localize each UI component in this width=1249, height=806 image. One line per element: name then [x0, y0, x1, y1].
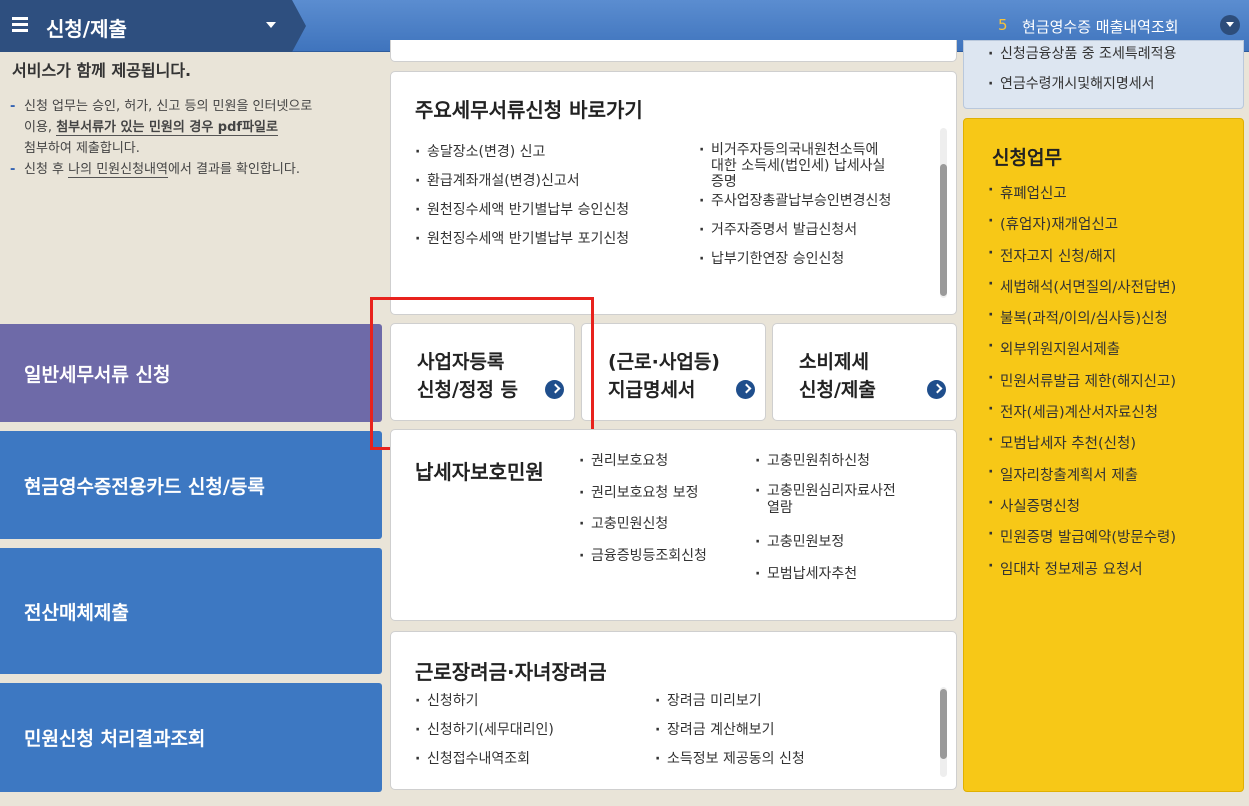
- scrollbar-track[interactable]: [940, 687, 947, 777]
- expand-circle-icon[interactable]: [1220, 15, 1240, 35]
- right-top-list: 신청금융상품 중 조세특례적용연금수령개시및해지명세서: [988, 41, 1176, 99]
- panel-title: 신청업무: [992, 147, 1062, 169]
- list-item[interactable]: 전자고지 신청/해지: [988, 245, 1176, 276]
- list-item[interactable]: 휴폐업신고: [988, 182, 1176, 213]
- list-item[interactable]: 민원서류발급 제한(해지신고): [988, 370, 1176, 401]
- list-item[interactable]: 고충민원보정: [755, 532, 896, 564]
- intro-notes: 신청 업무는 승인, 허가, 신고 등의 민원을 인터넷으로 이용, 첨부서류가…: [10, 96, 355, 180]
- intro-heading: 서비스가 함께 제공됩니다.: [12, 61, 192, 80]
- nav-general-tax-documents[interactable]: 일반세무서류 신청: [0, 324, 382, 422]
- work-incentive-card: 근로장려금·자녀장려금 신청하기신청하기(세무대리인)신청접수내역조회 장려금 …: [390, 631, 957, 790]
- list-item[interactable]: 권리보호요청 보정: [579, 483, 707, 515]
- button-label: (근로·사업등) 지급명세서: [608, 351, 720, 401]
- intro-text: 이용,: [24, 120, 57, 135]
- list-item[interactable]: 세법해석(서면질의/사전답변): [988, 276, 1176, 307]
- chevron-down-icon[interactable]: [266, 22, 276, 28]
- list-item[interactable]: 환급계좌개설(변경)신고서: [415, 171, 629, 200]
- list-item-text: 모범납세자추천: [767, 566, 858, 582]
- list-item-text: 고충민원심리자료사전: [767, 483, 896, 499]
- consumption-tax-button[interactable]: 소비제세 신청/제출: [772, 323, 957, 421]
- list-item[interactable]: 금융증빙등조회신청: [579, 546, 707, 578]
- payment-statement-button[interactable]: (근로·사업등) 지급명세서: [581, 323, 766, 421]
- list-item[interactable]: 고충민원심리자료사전 열람: [755, 483, 896, 532]
- application-tasks-list: 휴폐업신고(휴업자)재개업신고전자고지 신청/해지세법해석(서면질의/사전답변)…: [988, 182, 1176, 589]
- list-item[interactable]: 전자(세금)계산서자료신청: [988, 401, 1176, 432]
- arrow-right-icon[interactable]: [927, 380, 946, 399]
- list-item[interactable]: 민원증명 발급예약(방문수령): [988, 526, 1176, 557]
- intro-text: 신청 업무는 승인, 허가, 신고 등의 민원을 인터넷으로: [24, 99, 313, 114]
- list-item[interactable]: 모범납세자추천: [755, 564, 896, 596]
- protect-list-col2: 고충민원취하신청 고충민원심리자료사전 열람 고충민원보정 모범납세자추천: [755, 451, 896, 596]
- list-item[interactable]: 임대차 정보제공 요청서: [988, 558, 1176, 589]
- main-tax-shortcuts-card: 주요세무서류신청 바로가기 송달장소(변경) 신고환급계좌개설(변경)신고서원천…: [390, 71, 957, 315]
- my-requests-link[interactable]: 나의 민원신청내역: [68, 162, 168, 178]
- highlight-annotation-box: [370, 297, 594, 450]
- list-item[interactable]: 연금수령개시및해지명세서: [988, 69, 1176, 99]
- intro-note-2: 신청 후 나의 민원신청내역에서 결과를 확인합니다.: [10, 159, 355, 180]
- list-item[interactable]: 장려금 계산해보기: [655, 720, 805, 749]
- card-title: 납세자보호민원: [415, 460, 544, 484]
- work-list-col2: 장려금 미리보기장려금 계산해보기소득정보 제공동의 신청: [655, 691, 805, 778]
- list-item[interactable]: 권리보호요청: [579, 451, 707, 483]
- list-item[interactable]: 고충민원신청: [579, 514, 707, 546]
- rank-number: 5: [998, 16, 1008, 34]
- list-item[interactable]: 송달장소(변경) 신고: [415, 142, 629, 171]
- rolling-link[interactable]: 현금영수증 매출내역조회: [1022, 16, 1179, 37]
- arrow-right-icon[interactable]: [736, 380, 755, 399]
- menu-selector[interactable]: 신청/제출: [0, 0, 292, 52]
- list-item[interactable]: 거주자증명서 발급신청서: [699, 219, 891, 248]
- list-item[interactable]: 신청접수내역조회: [415, 749, 554, 778]
- list-item[interactable]: 원천징수세액 반기별납부 포기신청: [415, 229, 629, 258]
- card-title: 근로장려금·자녀장려금: [415, 660, 607, 684]
- list-item[interactable]: 주사업장총괄납부승인변경신청: [699, 190, 891, 219]
- list-item[interactable]: 신청하기(세무대리인): [415, 720, 554, 749]
- list-item-text: 고충민원보정: [767, 534, 845, 550]
- list-item-text: 증명: [711, 174, 737, 190]
- list-item[interactable]: 비거주자등의국내원천소득에 대한 소득세(법인세) 납세사실 증명: [699, 142, 891, 190]
- list-item-text: 비거주자등의국내원천소득에: [711, 142, 879, 158]
- scrollbar-track[interactable]: [940, 128, 947, 298]
- main-list-col1: 송달장소(변경) 신고환급계좌개설(변경)신고서원천징수세액 반기별납부 승인신…: [415, 142, 629, 258]
- list-item[interactable]: (휴업자)재개업신고: [988, 213, 1176, 244]
- scrollbar-thumb[interactable]: [940, 689, 947, 759]
- nav-electronic-media-submit[interactable]: 전산매체제출: [0, 548, 382, 674]
- intro-text: 첨부하여 제출합니다.: [24, 141, 140, 156]
- menu-arrow-decoration: [292, 0, 306, 52]
- card-fragment: [390, 40, 957, 62]
- nav-result-inquiry[interactable]: 민원신청 처리결과조회: [0, 683, 382, 792]
- right-top-panel: 신청금융상품 중 조세특례적용연금수령개시및해지명세서: [963, 40, 1244, 109]
- list-item-text: 열람: [767, 500, 793, 516]
- protect-list-col1: 권리보호요청권리보호요청 보정고충민원신청금융증빙등조회신청: [579, 451, 707, 577]
- list-item[interactable]: 원천징수세액 반기별납부 승인신청: [415, 200, 629, 229]
- nav-cash-receipt-card[interactable]: 현금영수증전용카드 신청/등록: [0, 431, 382, 539]
- intro-text: 신청 후: [24, 162, 69, 177]
- list-item[interactable]: 사실증명신청: [988, 495, 1176, 526]
- list-item-text: 고충민원취하신청: [767, 453, 871, 469]
- clipped-list-row: [415, 118, 935, 128]
- list-item[interactable]: 고충민원취하신청: [755, 451, 896, 483]
- work-list-col1: 신청하기신청하기(세무대리인)신청접수내역조회: [415, 691, 554, 778]
- list-item[interactable]: 일자리창출계획서 제출: [988, 464, 1176, 495]
- list-item[interactable]: 외부위원지원서제출: [988, 338, 1176, 369]
- menu-title[interactable]: 신청/제출: [46, 13, 127, 42]
- main-list-col2: 비거주자등의국내원천소득에 대한 소득세(법인세) 납세사실 증명 주사업장총괄…: [699, 142, 891, 277]
- list-item-text: 대한 소득세(법인세) 납세사실: [711, 158, 886, 174]
- list-item[interactable]: 납부기한연장 승인신청: [699, 248, 891, 277]
- list-item[interactable]: 신청하기: [415, 691, 554, 720]
- application-tasks-panel: 신청업무 휴폐업신고(휴업자)재개업신고전자고지 신청/해지세법해석(서면질의/…: [963, 118, 1244, 792]
- list-item[interactable]: 소득정보 제공동의 신청: [655, 749, 805, 778]
- intro-text: 에서 결과를 확인합니다.: [167, 162, 300, 177]
- hamburger-icon[interactable]: [12, 17, 28, 32]
- scrollbar-thumb[interactable]: [940, 164, 947, 296]
- taxpayer-protection-card: 납세자보호민원 권리보호요청권리보호요청 보정고충민원신청금융증빙등조회신청 고…: [390, 429, 957, 621]
- list-item[interactable]: 모범납세자 추천(신청): [988, 432, 1176, 463]
- list-item[interactable]: 장려금 미리보기: [655, 691, 805, 720]
- list-item[interactable]: 불복(과적/이의/심사등)신청: [988, 307, 1176, 338]
- intro-bold-text: 첨부서류가 있는 민원의 경우 pdf파일로: [56, 120, 278, 136]
- list-item[interactable]: 신청금융상품 중 조세특례적용: [988, 41, 1176, 69]
- button-label: 소비제세 신청/제출: [799, 351, 876, 401]
- intro-note-1: 신청 업무는 승인, 허가, 신고 등의 민원을 인터넷으로 이용, 첨부서류가…: [10, 96, 355, 159]
